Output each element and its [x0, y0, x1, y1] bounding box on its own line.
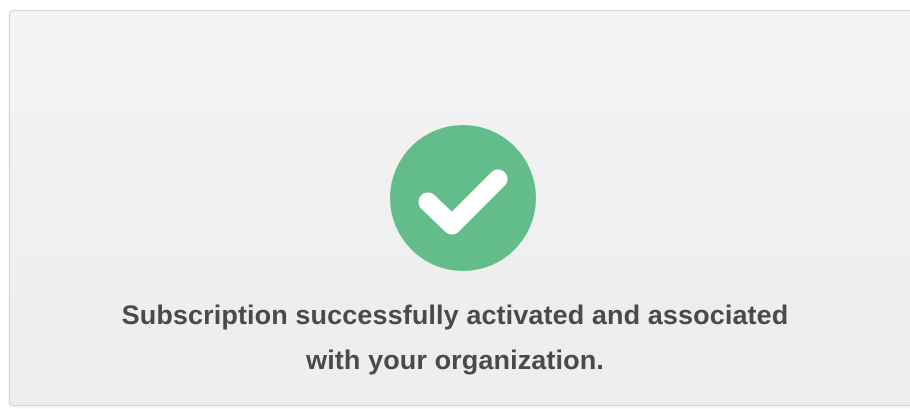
- confirmation-message-line-2: with your organization.: [306, 345, 604, 375]
- confirmation-message-line-1: Subscription successfully activated and …: [121, 300, 789, 330]
- check-circle-icon: [390, 125, 536, 271]
- confirmation-message: Subscription successfully activated and …: [0, 293, 910, 383]
